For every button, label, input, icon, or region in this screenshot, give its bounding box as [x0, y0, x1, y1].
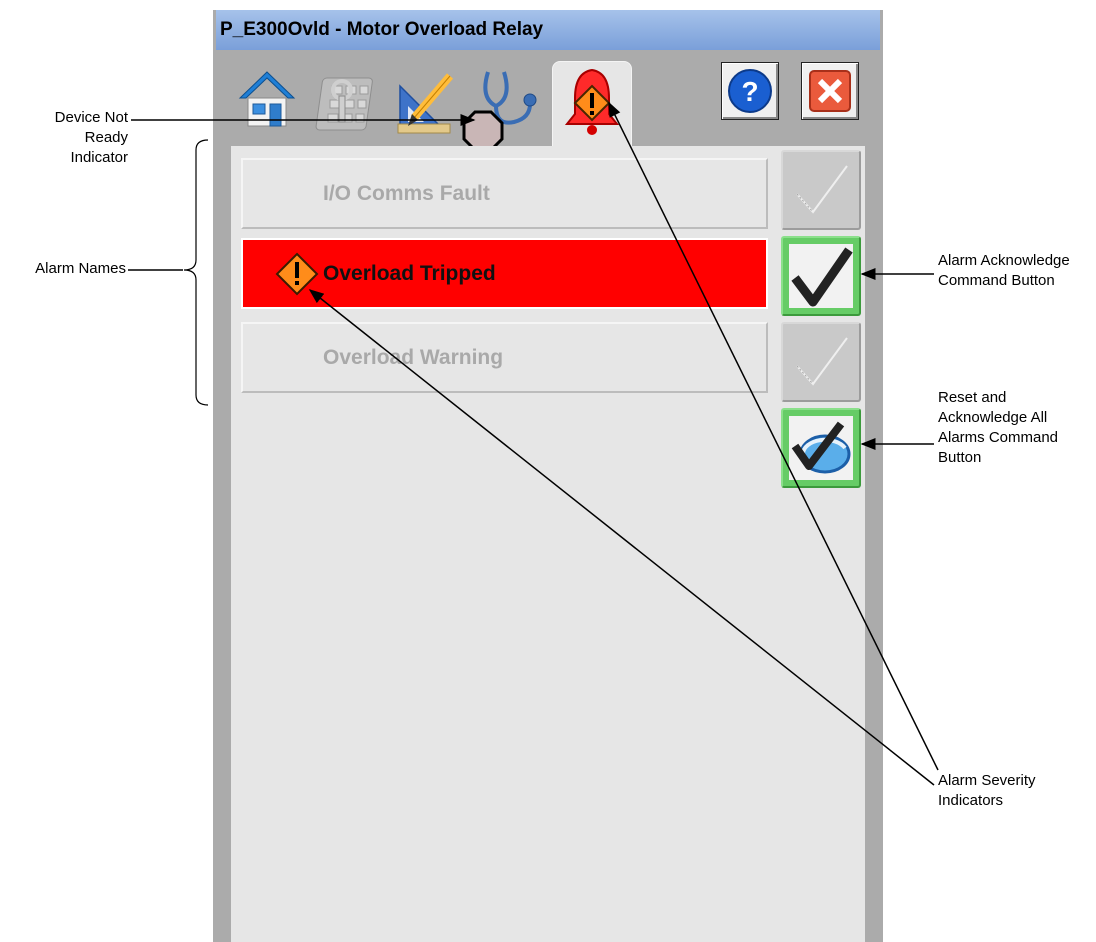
callout-reset-acknowledge-all: Reset and Acknowledge All Alarms Command…: [938, 389, 1059, 466]
help-icon: ?: [728, 69, 772, 113]
callout-device-not-ready: Device Not Ready Indicator: [54, 109, 128, 166]
checkmark-icon: [796, 165, 848, 214]
tab-home[interactable]: [236, 68, 298, 130]
alarm-name: I/O Comms Fault: [323, 182, 490, 205]
engineering-icon: [397, 73, 454, 134]
acknowledge-button-overload-warning[interactable]: [781, 322, 861, 402]
checkmark-icon: [789, 244, 853, 308]
alarm-name: Overload Tripped: [323, 262, 496, 285]
window-title: P_E300Ovld - Motor Overload Relay: [220, 19, 544, 40]
svg-text:?: ?: [741, 76, 758, 107]
close-icon: [809, 70, 851, 112]
tab-engineering[interactable]: [392, 66, 458, 134]
alarm-row-overload-tripped: Overload Tripped: [241, 238, 768, 309]
home-icon: [238, 71, 296, 127]
callout-alarm-names: Alarm Names: [35, 260, 126, 277]
acknowledge-button-overload-tripped[interactable]: [781, 236, 861, 316]
reset-acknowledge-all-button[interactable]: [781, 408, 861, 488]
callout-alarm-acknowledge: Alarm Acknowledge Command Button: [938, 252, 1070, 289]
acknowledge-button-io-comms-fault[interactable]: [781, 150, 861, 230]
tab-alarms[interactable]: [552, 61, 632, 148]
checkmark-icon: [796, 337, 848, 386]
alarm-name: Overload Warning: [323, 346, 504, 369]
faceplate-window: P_E300Ovld - Motor Overload Relay ? I/O …: [213, 10, 883, 942]
alarm-severity-icon: [275, 252, 319, 296]
alarm-bell-icon: [564, 68, 620, 135]
tab-bar: ?: [216, 50, 880, 152]
alarms-panel: I/O Comms Fault Overload Tripped Overloa: [231, 146, 865, 942]
close-button[interactable]: [801, 62, 859, 120]
title-bar: P_E300Ovld - Motor Overload Relay: [216, 10, 880, 50]
alarm-row-overload-warning: Overload Warning: [241, 322, 768, 393]
alarm-row-io-comms-fault: I/O Comms Fault: [241, 158, 768, 229]
tab-maintenance[interactable]: [314, 70, 380, 134]
reset-acknowledge-all-icon: [789, 416, 853, 480]
help-button[interactable]: ?: [721, 62, 779, 120]
maintenance-icon: [315, 77, 373, 131]
callout-alarm-severity: Alarm Severity Indicators: [938, 772, 1036, 809]
